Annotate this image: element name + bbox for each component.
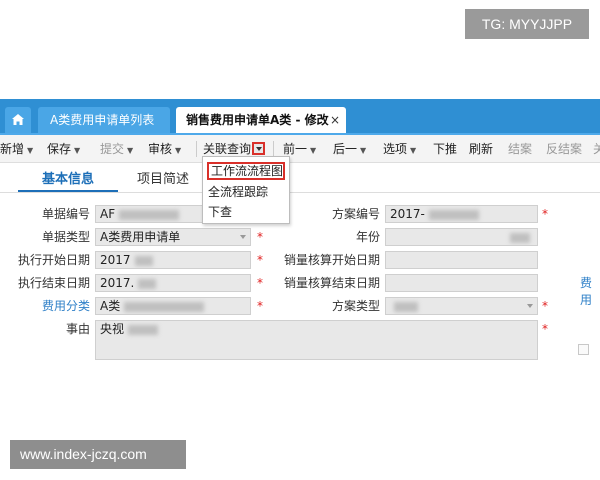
reason-textarea[interactable]: 央视 [95,320,538,360]
tab-project-summary[interactable]: 项目简述 [137,168,189,187]
exec-start-label: 执行开始日期 [17,253,90,267]
doc-no-label: 单据编号 [41,207,90,221]
reason-value: 央视 [100,322,125,336]
redacted-mark [428,209,479,220]
toolbar: 新增 ▼ 保存 ▼ 提交 ▼ 审核 ▼ 关联查询 前一 ▼ 后一 ▼ 选项 ▼ 下推 刷新 结… [0,135,600,163]
required-mark: * [257,253,263,267]
redacted-mark [124,301,205,312]
required-mark: * [542,207,548,221]
caret-down-icon: ▼ [74,146,81,155]
tab-expense-list[interactable]: A类费用申请单列表 [38,107,170,133]
side-checkbox[interactable] [578,344,589,355]
next-label: 后一 [333,142,358,156]
plan-no-label: 方案编号 [331,207,380,221]
caret-down-icon: ▼ [175,146,182,155]
required-mark: * [257,230,263,244]
new-label: 新增 [0,142,25,156]
menu-item-drill-down[interactable]: 下查 [208,203,232,221]
redacted-mark [134,255,153,266]
home-icon [12,114,24,125]
review-button[interactable]: 审核 ▼ [148,135,181,163]
fee-class-field[interactable]: A类 [95,297,251,315]
close-case-button[interactable]: 结案 [508,135,532,163]
side-fee-link[interactable]: 费用 [580,274,600,308]
related-query-menu: 工作流流程图 全流程跟踪 下查 [202,156,290,224]
redacted-mark [510,232,530,243]
fee-class-label[interactable]: 费用分类 [20,297,90,315]
redacted-mark [119,209,180,220]
chevron-down-icon [527,304,533,308]
exec-end-label: 执行结束日期 [17,276,90,290]
tab-active-label: 销售费用申请单A类 - 修改 [186,113,329,127]
refresh-button[interactable]: 刷新 [469,135,493,163]
caret-down-icon: ▼ [410,146,417,155]
reverse-close-button[interactable]: 反结案 [546,135,582,163]
required-mark: * [257,276,263,290]
watermark-top: TG: MYYJJPP [465,9,589,39]
doc-type-label: 单据类型 [41,230,90,244]
tab-sales-expense-edit[interactable]: 销售费用申请单A类 - 修改 × [176,107,346,133]
menu-item-full-trace[interactable]: 全流程跟踪 [208,183,268,201]
options-button[interactable]: 选项 ▼ [383,135,416,163]
sales-start-field[interactable] [385,251,538,269]
form-divider [0,192,600,193]
save-label: 保存 [47,142,72,156]
chevron-down-icon [240,235,246,239]
tab-bar: A类费用申请单列表 销售费用申请单A类 - 修改 × [0,99,600,135]
screenshot: { "watermarks": { "top": "TG: MYYJJPP", … [0,0,600,480]
next-button[interactable]: 后一 ▼ [333,135,366,163]
caret-down-icon: ▼ [27,146,34,155]
exec-end-value: 2017. [100,276,135,290]
redacted-mark [138,278,157,289]
year-label: 年份 [355,230,380,244]
tab-home[interactable] [5,107,31,133]
submit-label: 提交 [100,142,125,156]
close-icon[interactable]: × [330,107,340,133]
redacted-mark [128,324,159,335]
required-mark: * [542,299,548,313]
caret-down-icon: ▼ [310,146,317,155]
reason-label: 事由 [65,322,90,336]
review-label: 审核 [148,142,173,156]
plan-type-select[interactable] [385,297,538,315]
exec-start-value: 2017 [100,253,131,267]
doc-type-select[interactable]: A类费用申请单 [95,228,251,246]
doc-type-value: A类费用申请单 [100,230,181,244]
toolbar-divider [196,141,197,157]
toolbar-divider [273,141,274,157]
plan-no-value: 2017- [390,207,425,221]
save-button[interactable]: 保存 ▼ [47,135,80,163]
required-mark: * [542,322,548,336]
exec-end-field[interactable]: 2017. [95,274,251,292]
exec-start-field[interactable]: 2017 [95,251,251,269]
caret-down-icon: ▼ [127,146,134,155]
push-down-button[interactable]: 下推 [433,135,457,163]
tab-basic-info[interactable]: 基本信息 [42,168,94,187]
menu-item-workflow-chart[interactable]: 工作流流程图 [207,162,285,180]
prev-label: 前一 [283,142,308,156]
watermark-bottom: www.index-jczq.com [10,440,186,469]
caret-down-icon: ▼ [360,146,367,155]
plan-type-label: 方案类型 [331,299,380,313]
fee-class-value: A类 [100,299,121,313]
redacted-mark [394,301,418,312]
plan-no-field[interactable]: 2017- [385,205,538,223]
sales-end-label: 销量核算结束日期 [283,276,380,290]
truncated-button[interactable]: 关 [593,135,600,163]
sales-end-field[interactable] [385,274,538,292]
submit-button[interactable]: 提交 ▼ [100,135,133,163]
sales-start-label: 销量核算开始日期 [283,253,380,267]
dropdown-arrow-icon[interactable] [252,142,265,155]
options-label: 选项 [383,142,408,156]
new-button[interactable]: 新增 ▼ [0,135,33,163]
year-field[interactable] [385,228,538,246]
doc-no-value: AF [100,207,116,221]
required-mark: * [257,299,263,313]
